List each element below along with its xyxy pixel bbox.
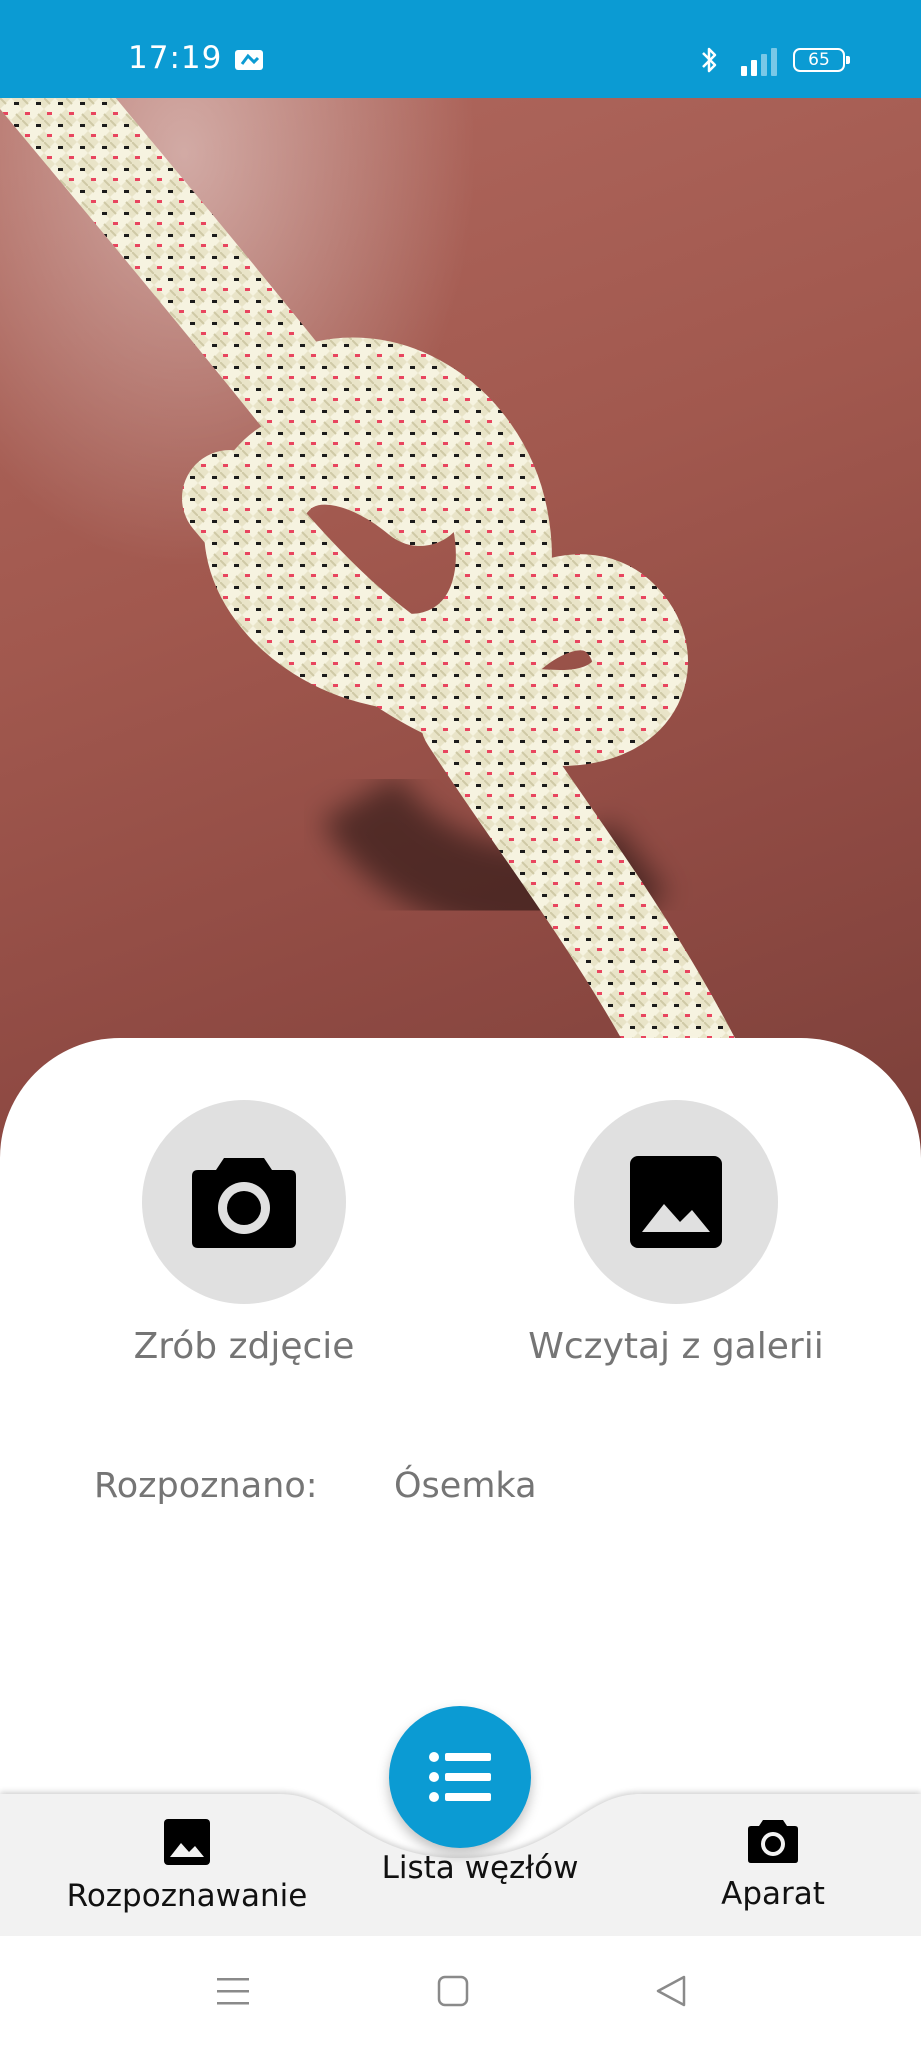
nav-item-camera[interactable]: Aparat [680,1818,866,1918]
nav-label-camera: Aparat [721,1876,825,1912]
image-icon [630,1156,722,1248]
list-icon [429,1752,491,1802]
recognized-label: Rozpoznano: [94,1466,318,1506]
nav-label-recognition: Rozpoznawanie [66,1878,308,1914]
take-photo-button[interactable] [142,1100,346,1304]
camera-icon [748,1820,798,1863]
knot-illustration [0,98,806,1198]
status-time: 17:19 [128,40,223,76]
battery-level: 65 [808,50,830,70]
menu-icon[interactable] [216,1974,250,2008]
image-icon [164,1819,210,1865]
knot-list-fab[interactable] [389,1706,531,1848]
battery-icon: 65 [793,48,850,72]
take-photo-label: Zrób zdjęcie [133,1326,355,1367]
nav-label-knot-list: Lista węzłów [381,1850,579,1886]
knot-photo [0,98,921,1198]
bluetooth-icon [702,47,717,73]
status-bar: 17:19 65 [0,0,921,98]
nav-item-recognition[interactable]: Rozpoznawanie [64,1818,310,1918]
signal-icon [741,48,777,76]
notification-icon [235,50,263,70]
home-icon[interactable] [436,1974,470,2008]
system-navigation-bar [0,1936,921,2048]
load-gallery-label: Wczytaj z galerii [528,1326,824,1367]
nav-item-knot-list[interactable]: Lista węzłów [360,1838,600,1938]
back-icon[interactable] [654,1974,688,2008]
recognized-value: Ósemka [394,1466,537,1506]
camera-icon [192,1158,296,1248]
load-gallery-button[interactable] [574,1100,778,1304]
